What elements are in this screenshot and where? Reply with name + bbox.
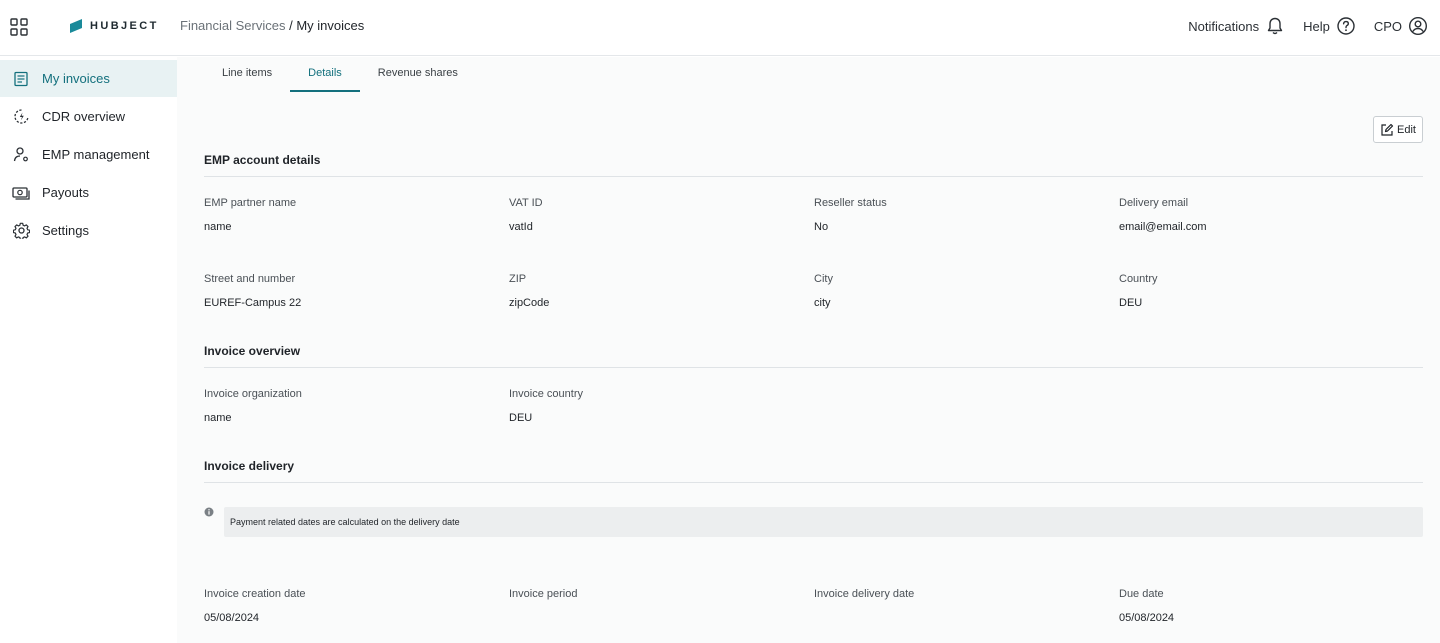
field-value: name [204,221,232,233]
tab-details[interactable]: Details [290,57,360,92]
section-title: Invoice overview [204,344,301,358]
section-title: Invoice delivery [204,459,295,473]
info-banner: Payment related dates are calculated on … [224,507,1423,537]
field-label: VAT ID [509,197,543,209]
main-content: Line items Details Revenue shares Edit E… [177,57,1440,643]
edit-button[interactable]: Edit [1373,116,1423,143]
header-actions: Notifications Help CPO [1170,16,1428,36]
field-invoice-creation-date: Invoice creation date 05/08/2024 [204,588,494,625]
field-label: City [814,273,833,285]
field-value [814,612,1104,625]
breadcrumb-current: My invoices [296,18,365,33]
sidebar-item-label: My invoices [42,71,110,86]
field-value: DEU [509,412,533,424]
sidebar-item-label: EMP management [42,147,150,162]
tab-line-items[interactable]: Line items [204,57,290,92]
field-country: Country DEU [1119,273,1409,310]
breadcrumb: Financial Services / My invoices [180,18,364,34]
field-value: EUREF-Campus 22 [204,297,302,309]
user-label: CPO [1373,18,1402,34]
bell-icon [1267,17,1283,35]
notifications-label: Notifications [1188,18,1260,34]
field-delivery-email: Delivery email email@email.com [1119,197,1409,234]
field-value: DEU [1119,297,1143,309]
logo[interactable]: HUBJECT [69,18,159,34]
help-button[interactable]: Help [1303,16,1356,36]
section-divider [204,367,1423,368]
sidebar-item-settings[interactable]: Settings [0,212,177,249]
user-menu-button[interactable]: CPO [1374,16,1428,36]
field-label: EMP partner name [204,197,297,209]
field-city: City city [814,273,1104,310]
field-street-and-number: Street and number EUREF-Campus 22 [204,273,494,310]
sidebar-item-label: CDR overview [42,109,126,124]
sidebar-item-label: Payouts [42,185,89,200]
sidebar-item-label: Settings [42,223,89,238]
top-header: HUBJECT Financial Services / My invoices… [0,0,1440,56]
tab-bar: Line items Details Revenue shares [204,57,476,93]
sidebar: My invoices CDR overview EMP management [0,57,177,643]
emp-account-section: EMP account details [204,153,1423,177]
edit-label: Edit [1397,123,1416,136]
charging-cycle-icon [12,108,30,126]
breadcrumb-separator: / [285,18,297,33]
logo-text: HUBJECT [90,20,159,32]
field-emp-partner-name: EMP partner name name [204,197,494,234]
field-label: Invoice delivery date [814,588,915,600]
field-reseller-status: Reseller status No [814,197,1104,234]
sidebar-item-emp-management[interactable]: EMP management [0,136,177,173]
edit-icon [1381,123,1394,136]
help-label: Help [1303,18,1330,34]
gear-icon [12,222,30,240]
field-label: Invoice country [509,388,583,400]
field-vat-id: VAT ID vatId [509,197,799,234]
document-list-icon [12,70,30,88]
sidebar-item-cdr-overview[interactable]: CDR overview [0,98,177,135]
field-due-date: Due date 05/08/2024 [1119,588,1409,625]
breadcrumb-parent-link[interactable]: Financial Services [180,18,286,33]
field-invoice-organization: Invoice organization name [204,388,494,425]
field-label: Reseller status [814,197,887,209]
section-divider [204,176,1423,177]
section-divider [204,482,1423,483]
info-icon [204,507,214,517]
invoice-delivery-section: Invoice delivery [204,459,1423,483]
invoice-overview-section: Invoice overview [204,344,1423,368]
field-label: Invoice creation date [204,588,306,600]
field-value: city [814,297,831,309]
field-value: name [204,412,232,424]
field-invoice-country: Invoice country DEU [509,388,799,425]
user-avatar-icon [1408,16,1428,36]
help-circle-icon [1337,17,1355,35]
field-value: vatId [509,221,533,233]
field-label: Country [1119,273,1158,285]
sidebar-item-payouts[interactable]: Payouts [0,174,177,211]
sidebar-item-my-invoices[interactable]: My invoices [0,60,177,97]
field-label: ZIP [509,273,527,285]
field-invoice-period: Invoice period [509,588,799,625]
section-title: EMP account details [204,153,321,167]
field-value: 05/08/2024 [204,612,260,624]
field-value [509,612,799,625]
field-label: Invoice organization [204,388,302,400]
field-invoice-delivery-date: Invoice delivery date [814,588,1104,625]
cash-icon [12,184,30,202]
field-label: Due date [1119,588,1164,600]
field-zip: ZIP zipCode [509,273,799,310]
user-settings-icon [12,146,30,164]
apps-grid-icon[interactable] [10,18,28,36]
tab-revenue-shares[interactable]: Revenue shares [360,57,476,92]
field-label: Street and number [204,273,296,285]
field-label: Invoice period [509,588,578,600]
field-value: No [814,221,829,233]
notifications-button[interactable]: Notifications [1188,16,1285,36]
field-label: Delivery email [1119,197,1189,209]
field-value: 05/08/2024 [1119,612,1175,624]
field-value: zipCode [509,297,550,309]
hubject-logo-icon [70,19,82,33]
field-value: email@email.com [1119,221,1207,233]
